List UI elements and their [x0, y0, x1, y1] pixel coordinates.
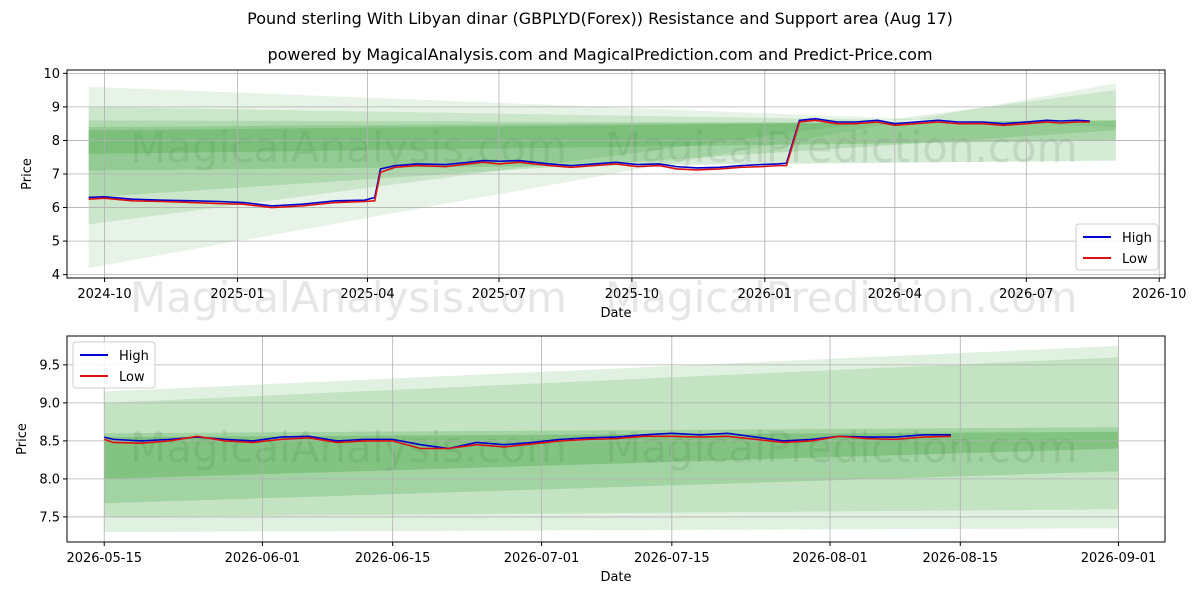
x-tick-label: 2025-04	[340, 287, 394, 302]
x-tick-label: 2026-06-15	[355, 551, 431, 566]
y-tick-label: 4	[52, 268, 60, 283]
y-tick-label: 7	[52, 168, 60, 183]
y-axis-label: Price	[20, 158, 35, 190]
x-tick-label: 2026-09-01	[1081, 551, 1157, 566]
y-axis-label: Price	[15, 423, 30, 455]
x-tick-label: 2025-10	[605, 287, 659, 302]
x-tick-label: 2026-10	[1132, 287, 1186, 302]
legend-label-high: High	[1122, 231, 1152, 246]
x-tick-label: 2026-06-01	[225, 551, 301, 566]
y-tick-label: 9	[52, 100, 60, 115]
y-tick-label: 7.5	[39, 510, 60, 525]
x-axis-label: Date	[600, 570, 631, 585]
x-tick-label: 2026-07-01	[504, 551, 580, 566]
y-tick-label: 10	[43, 67, 60, 82]
chart-panel-2: MagicalAnalysis.com MagicalPrediction.com…	[15, 335, 1166, 585]
y-tick-label: 8.0	[39, 472, 60, 487]
legend: High Low	[1075, 223, 1159, 271]
y-tick-label: 5	[52, 235, 60, 250]
x-tick-label: 2026-05-15	[66, 551, 142, 566]
charts-canvas: MagicalAnalysis.com MagicalPrediction.com…	[15, 67, 1186, 585]
y-tick-label: 9.5	[39, 358, 60, 373]
y-tick-label: 9.0	[39, 396, 60, 411]
x-tick-label: 2025-01	[210, 287, 264, 302]
x-tick-label: 2026-08-01	[792, 551, 868, 566]
x-tick-label: 2026-07-15	[634, 551, 710, 566]
legend-label-low: Low	[119, 370, 145, 385]
legend-label-low: Low	[1122, 252, 1148, 267]
x-axis-label: Date	[600, 306, 631, 321]
x-tick-label: 2026-08-15	[923, 551, 999, 566]
legend-label-high: High	[119, 349, 149, 364]
x-tick-label: 2024-10	[77, 287, 131, 302]
legend: High Low	[72, 341, 156, 389]
y-tick-label: 8	[52, 134, 60, 149]
x-tick-label: 2025-07	[472, 287, 526, 302]
x-tick-label: 2026-04	[868, 287, 922, 302]
x-tick-label: 2026-01	[738, 287, 792, 302]
y-tick-label: 6	[52, 201, 60, 216]
x-tick-label: 2026-07	[999, 287, 1053, 302]
chart-panel-1: MagicalAnalysis.com MagicalPrediction.com…	[20, 67, 1186, 322]
y-tick-label: 8.5	[39, 434, 60, 449]
